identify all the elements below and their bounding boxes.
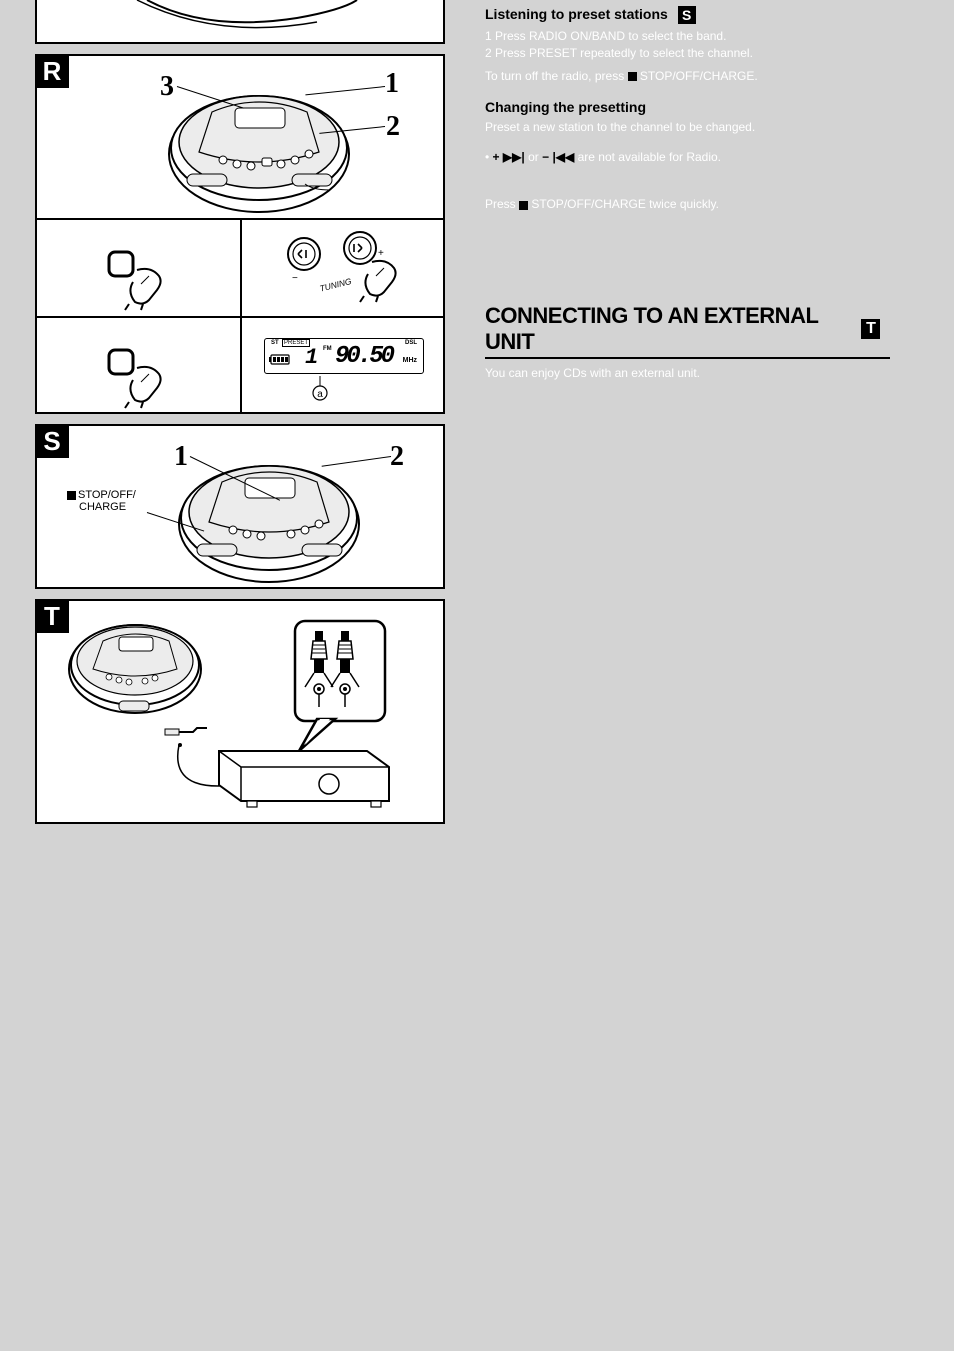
display-preset-num: 1 [305, 345, 316, 370]
display-st: ST [271, 340, 279, 346]
connecting-section: CONNECTING TO AN EXTERNAL UNIT T You can… [485, 303, 890, 382]
callout-r-2: 2 [386, 111, 400, 143]
display-freq: 90.50 [335, 343, 392, 370]
device-illustration-r [37, 56, 443, 224]
device-illustration-fragment [37, 0, 443, 44]
panel-r: R 3 1 2 [35, 54, 445, 414]
display-pointer-a: a [310, 376, 330, 402]
stop-icon [628, 72, 637, 81]
svg-text:TUNING: TUNING [319, 276, 353, 294]
changing-section: Changing the presetting Preset a new sta… [485, 99, 890, 136]
preset-press-illustration-2 [37, 318, 240, 414]
display-unit: MHz [403, 357, 417, 364]
panel-t: T [35, 599, 445, 824]
callout-s-2: 2 [390, 441, 404, 473]
lcd-display: ST PRESET DSL 1 FM 90.50 MHz [264, 338, 424, 374]
panel-s: S 1 2 STOP/OFF/ CHARGE [35, 424, 445, 589]
listening-section: Listening to preset stations S 1 Press R… [485, 6, 890, 85]
connecting-heading: CONNECTING TO AN EXTERNAL UNIT T [485, 303, 890, 359]
stop-icon [67, 491, 76, 500]
battery-icon [269, 353, 293, 367]
tuning-illustration: − + TUNING [240, 218, 443, 316]
callout-s-1: 1 [174, 441, 188, 473]
stop-off-charge-label: STOP/OFF/ CHARGE [67, 489, 136, 513]
stop-icon [519, 201, 528, 210]
display-band: FM [323, 346, 332, 352]
svg-text:a: a [317, 389, 323, 400]
display-dsl: DSL [405, 340, 417, 346]
callout-r-3: 3 [160, 71, 174, 103]
changing-heading: Changing the presetting [485, 99, 890, 115]
svg-text:+: + [378, 248, 384, 259]
preset-press-illustration [37, 218, 240, 316]
callout-r-1: 1 [385, 68, 399, 100]
to-hear-section: Press STOP/OFF/CHARGE twice quickly. [485, 196, 890, 213]
listening-heading: Listening to preset stations S [485, 6, 890, 24]
badge-t: T [861, 319, 880, 339]
note-section: • + ▶▶| or − |◀◀ are not available for R… [485, 149, 890, 166]
svg-text:−: − [292, 273, 298, 284]
panel-fragment-top [35, 0, 445, 44]
listening-body: 1 Press RADIO ON/BAND to select the band… [485, 28, 890, 84]
display-panel: ST PRESET DSL 1 FM 90.50 MHz [240, 318, 443, 414]
connection-illustration [37, 601, 443, 826]
badge-s: S [678, 6, 696, 24]
